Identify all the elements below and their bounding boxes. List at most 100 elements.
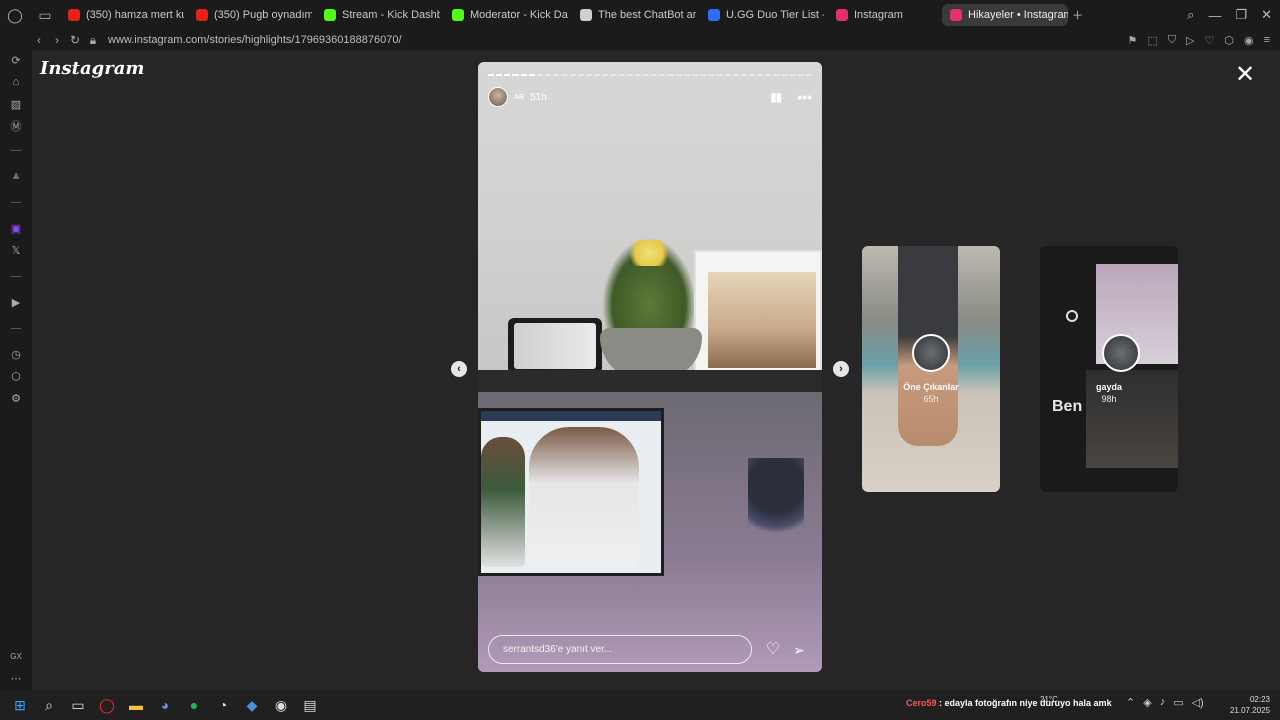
sidebar-gx-icon[interactable]: GX [8, 648, 24, 664]
heart-bookmark-icon[interactable]: ♡ [1204, 34, 1214, 47]
next-story-button[interactable]: › [833, 361, 849, 377]
player-icon[interactable]: ▷ [1186, 34, 1194, 47]
sidebar-aria-icon[interactable]: ⟳ [8, 52, 24, 68]
progress-segment [561, 74, 568, 76]
active-story[interactable]: AR 51h ▮▮ ••• serrantsd36'e yanıt ver...… [478, 62, 822, 672]
preview-name: Öne Çıkanlar [903, 382, 959, 392]
progress-segment [659, 74, 666, 76]
story-time: 51h [530, 91, 547, 103]
opera-menu-icon[interactable]: ◯ [0, 0, 30, 30]
system-tray: ⌃ ◈ ♪ ▭ ◁) [1126, 696, 1204, 709]
browser-tab[interactable]: Instagram [828, 4, 938, 26]
browser-tab[interactable]: (350) Pugb oynadım (ezd [188, 4, 312, 26]
browser-tab[interactable]: Stream - Kick Dashboard [316, 4, 440, 26]
easy-setup-icon[interactable]: ≡ [1264, 34, 1270, 46]
browser-tab[interactable]: Hikayeler • Instagram✕ [942, 4, 1068, 26]
progress-segment [536, 74, 544, 76]
progress-segment [691, 74, 699, 76]
obs-icon[interactable]: ◉ [269, 693, 293, 717]
bookmark-icon[interactable]: ⚑ [1127, 34, 1137, 47]
send-icon[interactable]: ➢ [790, 641, 808, 659]
figurine-image [748, 458, 804, 548]
opera-gx-icon[interactable]: ◯ [95, 693, 119, 717]
preview-card-highlights[interactable]: Öne Çıkanlar 65h [862, 246, 1000, 492]
task-view-icon[interactable]: ▭ [66, 693, 90, 717]
tray-app-icon[interactable]: ◈ [1143, 696, 1151, 709]
progress-segment [626, 74, 633, 76]
sidebar-settings-icon[interactable]: ⚙ [8, 390, 24, 406]
back-icon[interactable]: ‹ [30, 33, 48, 47]
volume-icon[interactable]: ◁) [1192, 696, 1204, 709]
sidebar-twitch-icon[interactable]: ▣ [8, 220, 24, 236]
forward-icon[interactable]: › [48, 33, 66, 47]
snapshot-icon[interactable]: ⬚ [1147, 34, 1157, 47]
search-tabs-icon[interactable]: ⌕ [1187, 7, 1194, 23]
heart-icon[interactable]: ♡ [764, 641, 782, 659]
progress-segment [610, 74, 617, 76]
preview-time: 65h [923, 394, 939, 404]
progress-segment [732, 74, 739, 76]
browser-tab[interactable]: Moderator - Kick Dashbo [444, 4, 568, 26]
minimize-icon[interactable]: — [1208, 8, 1221, 23]
shield-icon[interactable]: ⛉ [1168, 34, 1176, 47]
clock[interactable]: 02:23 21.07.2025 [1226, 694, 1270, 716]
tray-chevron-icon[interactable]: ⌃ [1126, 696, 1135, 709]
progress-segment [700, 74, 707, 76]
tab-label: Moderator - Kick Dashbo [470, 9, 568, 21]
more-icon[interactable]: ••• [797, 89, 812, 105]
avatar [1102, 334, 1140, 372]
url-field[interactable]: www.instagram.com/stories/highlights/179… [108, 34, 402, 46]
display-icon[interactable]: ▭ [1173, 696, 1183, 709]
weather-widget[interactable]: 21°C [1040, 694, 1058, 705]
sidebar-player-icon[interactable]: ▶ [8, 294, 24, 310]
file-explorer-icon[interactable]: ▬ [124, 693, 148, 717]
search-icon[interactable]: ⌕ [37, 693, 61, 717]
sidebar-extensions-icon[interactable]: ⬡ [8, 368, 24, 384]
browser-tab[interactable]: U.GG Duo Tier List - Patc [700, 4, 824, 26]
discord-icon[interactable]: ◕ [153, 693, 177, 717]
progress-segment [740, 74, 747, 76]
previous-story-button[interactable]: ‹ [451, 361, 467, 377]
profile-avatar[interactable]: ◉ [1244, 34, 1254, 47]
notepad-icon[interactable]: ▤ [298, 693, 322, 717]
progress-segment [773, 74, 780, 76]
tab-islands-icon[interactable]: ▭ [30, 0, 60, 30]
sidebar-gallery-icon[interactable]: ▨ [8, 96, 24, 112]
extensions-icon[interactable]: ⬡ [1224, 34, 1234, 47]
windows-taskbar: ⊞ ⌕ ▭ ◯ ▬ ◕ ● ◔ ◆ ◉ ▤ Cero59 : edayla fo… [0, 690, 1280, 720]
avatar [912, 334, 950, 372]
sidebar-kick-icon[interactable]: ⩓ [8, 168, 24, 184]
progress-segment [569, 74, 576, 76]
pause-icon[interactable]: ▮▮ [770, 90, 782, 104]
microphone-icon[interactable]: ♪ [1160, 696, 1166, 709]
story-header: AR 51h ▮▮ ••• [488, 86, 812, 108]
spotify-icon[interactable]: ● [182, 693, 206, 717]
windows-start-icon[interactable]: ⊞ [8, 693, 32, 717]
story-username[interactable]: AR [514, 94, 524, 101]
tab-label: Instagram [854, 9, 903, 21]
restore-icon[interactable]: ❐ [1235, 7, 1247, 23]
tab-label: Stream - Kick Dashboard [342, 9, 440, 21]
instagram-logo[interactable]: Instagram [40, 58, 144, 79]
sidebar-x-icon[interactable]: 𝕏 [8, 242, 24, 258]
reload-icon[interactable]: ↻ [66, 33, 84, 47]
app-icon[interactable]: ◔ [211, 693, 235, 717]
reply-input[interactable]: serrantsd36'e yanıt ver... [488, 635, 752, 664]
close-icon[interactable]: ✕ [1232, 62, 1258, 88]
tab-favicon-icon [196, 9, 208, 21]
sidebar-more-icon[interactable]: ⋯ [8, 670, 24, 686]
clock-date: 21.07.2025 [1229, 706, 1270, 715]
circle-icon [1066, 310, 1078, 322]
close-window-icon[interactable]: ✕ [1261, 7, 1272, 23]
browser-tab[interactable]: The best ChatBot and Wi [572, 4, 696, 26]
sidebar-m-icon[interactable]: Ⓜ [8, 118, 24, 134]
browser-tab[interactable]: (350) hamza mert kurt - Y [60, 4, 184, 26]
progress-segment [642, 74, 650, 76]
sidebar-ai-icon[interactable]: ⌂ [8, 74, 24, 90]
vpn-icon[interactable]: ◆ [240, 693, 264, 717]
avatar[interactable] [488, 87, 508, 107]
sidebar-history-icon[interactable]: ◷ [8, 346, 24, 362]
preview-card-gayda[interactable]: Ben gayda 98h [1040, 246, 1178, 492]
new-tab-button[interactable]: ＋ [1068, 4, 1087, 26]
progress-segment [496, 74, 503, 76]
